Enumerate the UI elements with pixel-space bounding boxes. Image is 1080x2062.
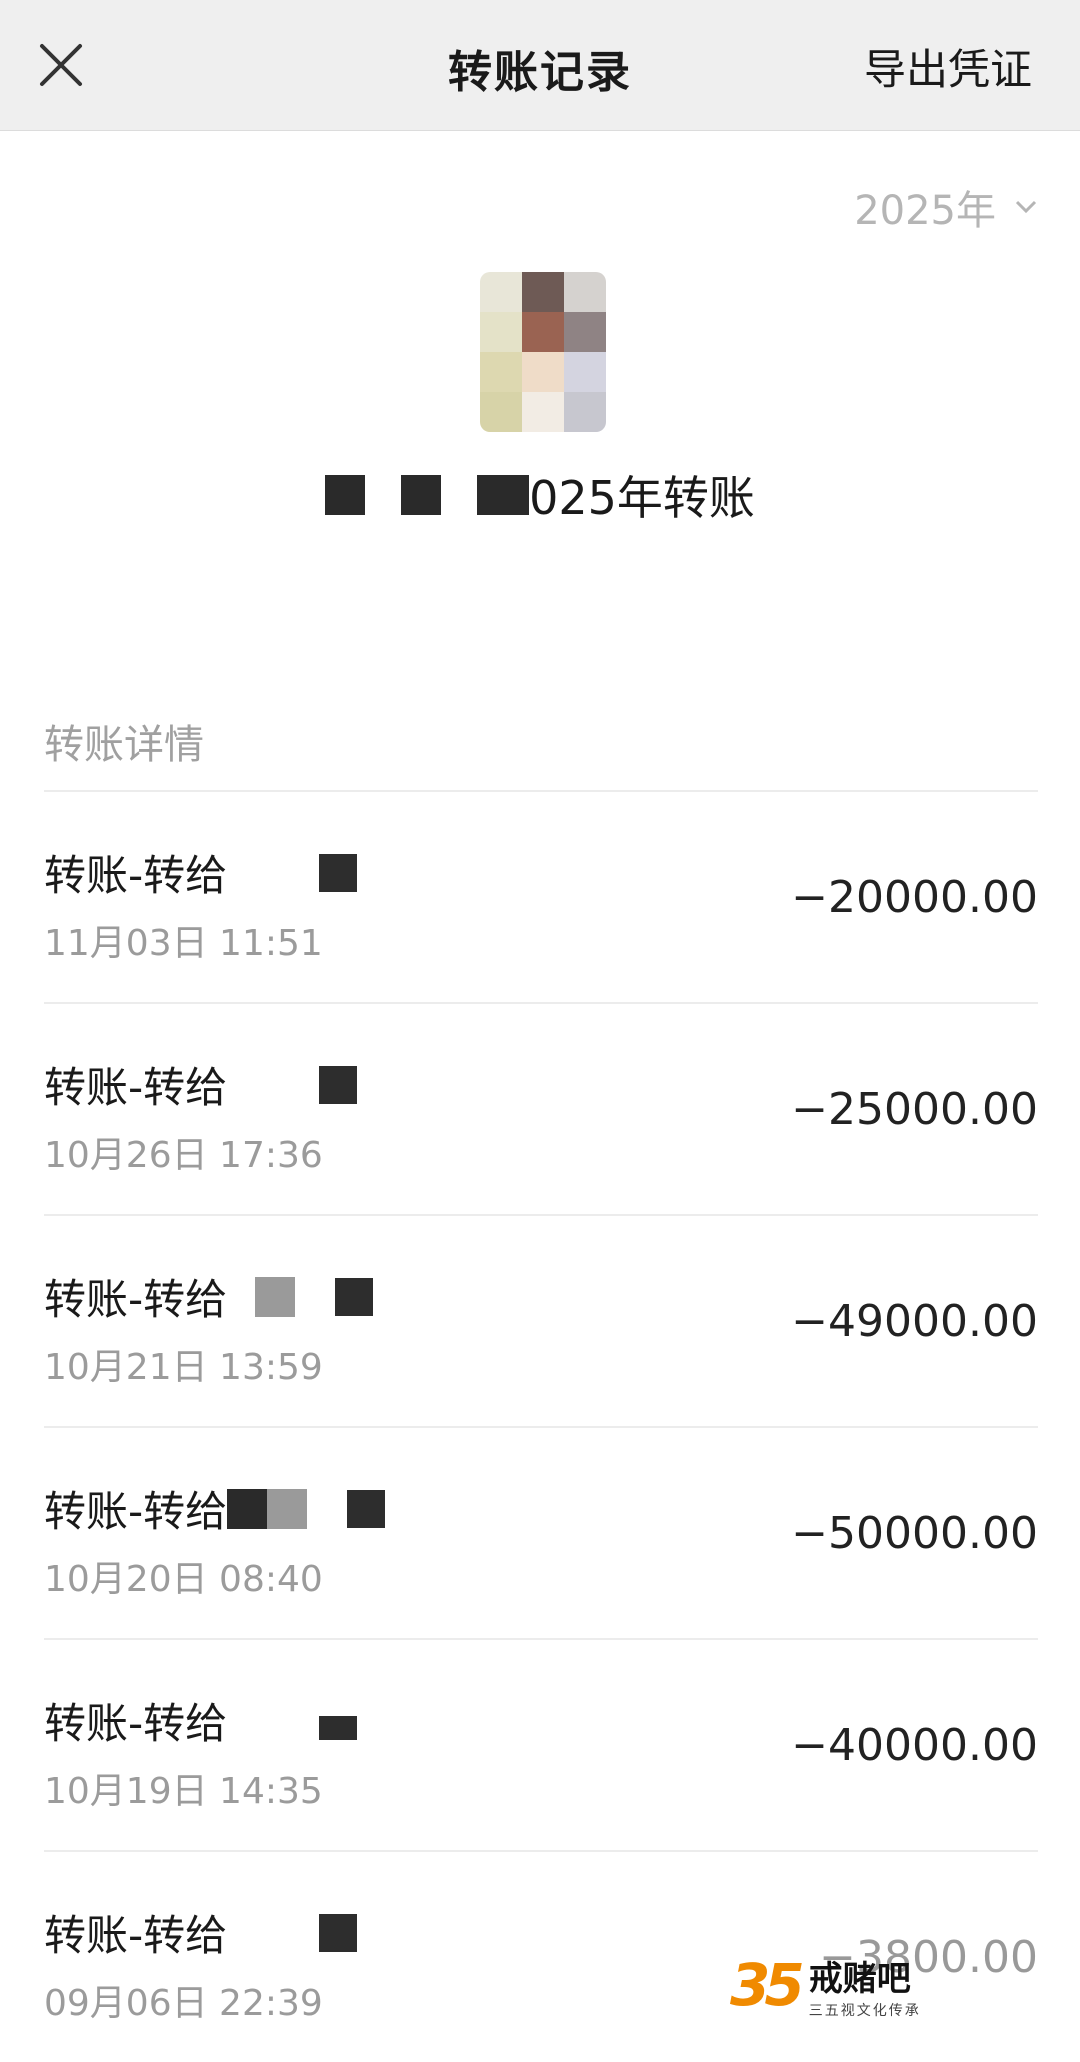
redaction-block <box>325 475 366 515</box>
redaction-block <box>401 475 442 515</box>
redaction-block <box>319 853 358 892</box>
transaction-title: 转账-转给 <box>44 1902 358 1963</box>
transaction-title-text: 转账-转给 <box>44 1275 228 1324</box>
redaction-block <box>255 1276 296 1317</box>
contact-summary: 025年转账 <box>0 462 1080 528</box>
transaction-row[interactable]: 转账-转给 10月26日 17:36 −25000.00 <box>44 1002 1038 1214</box>
watermark-subtitle: 三五视文化传承 <box>808 2002 921 2019</box>
redaction-block <box>319 1913 358 1952</box>
watermark-text: 戒赌吧 三五视文化传承 <box>809 1951 921 2020</box>
app-header: 转账记录 导出凭证 <box>0 0 1080 131</box>
transaction-title: 转账-转给 <box>44 1690 358 1751</box>
transaction-title-text: 转账-转给 <box>44 1063 228 1112</box>
contact-summary-text: 025年转账 <box>529 471 755 525</box>
transaction-title-text: 转账-转给 <box>44 1487 228 1536</box>
year-selector[interactable]: 2025年 <box>854 178 1038 236</box>
transaction-amount: −50000.00 <box>791 1508 1038 1559</box>
transaction-date: 11月03日 11:51 <box>44 923 323 964</box>
redaction-block <box>267 1488 308 1529</box>
transaction-date: 09月06日 22:39 <box>44 1983 323 2024</box>
transaction-amount: −40000.00 <box>791 1720 1038 1771</box>
transaction-amount: −49000.00 <box>791 1296 1038 1347</box>
transaction-title: 转账-转给 <box>44 1478 386 1539</box>
redaction-block <box>335 1277 374 1316</box>
watermark-logo: 35 <box>730 1951 805 2019</box>
redaction-block <box>477 475 530 515</box>
transaction-list: 转账-转给 11月03日 11:51 −20000.00 转账-转给 10月26… <box>44 790 1038 2062</box>
transaction-date: 10月26日 17:36 <box>44 1135 323 1176</box>
year-value: 2025年 <box>854 188 996 234</box>
transaction-date: 10月21日 13:59 <box>44 1347 323 1388</box>
transaction-row[interactable]: 转账-转给 11月03日 11:51 −20000.00 <box>44 790 1038 1002</box>
export-receipt-button[interactable]: 导出凭证 <box>864 36 1032 97</box>
transaction-title-text: 转账-转给 <box>44 1699 228 1748</box>
transaction-title-text: 转账-转给 <box>44 1911 228 1960</box>
transaction-date: 10月20日 08:40 <box>44 1559 323 1600</box>
watermark-title: 戒赌吧 <box>808 1958 911 1999</box>
redaction-block <box>347 1489 386 1528</box>
transaction-amount: −20000.00 <box>791 872 1038 923</box>
transaction-amount: −25000.00 <box>791 1084 1038 1135</box>
transaction-date: 10月19日 14:35 <box>44 1771 323 1812</box>
section-label: 转账详情 <box>44 722 204 768</box>
transaction-title: 转账-转给 <box>44 1054 358 1115</box>
transaction-title: 转账-转给 <box>44 1266 374 1327</box>
redaction-block <box>227 1488 268 1529</box>
watermark: 35 戒赌吧 三五视文化传承 <box>730 1950 1050 2020</box>
transaction-row[interactable]: 转账-转给 10月19日 14:35 −40000.00 <box>44 1638 1038 1850</box>
redaction-block <box>319 1715 358 1740</box>
transaction-row[interactable]: 转账-转给 10月21日 13:59 −49000.00 <box>44 1214 1038 1426</box>
transaction-row[interactable]: 转账-转给 10月20日 08:40 −50000.00 <box>44 1426 1038 1638</box>
redaction-block <box>319 1065 358 1104</box>
chevron-down-icon <box>1015 200 1037 214</box>
transaction-title-text: 转账-转给 <box>44 851 228 900</box>
avatar <box>480 272 606 432</box>
transaction-title: 转账-转给 <box>44 842 358 903</box>
